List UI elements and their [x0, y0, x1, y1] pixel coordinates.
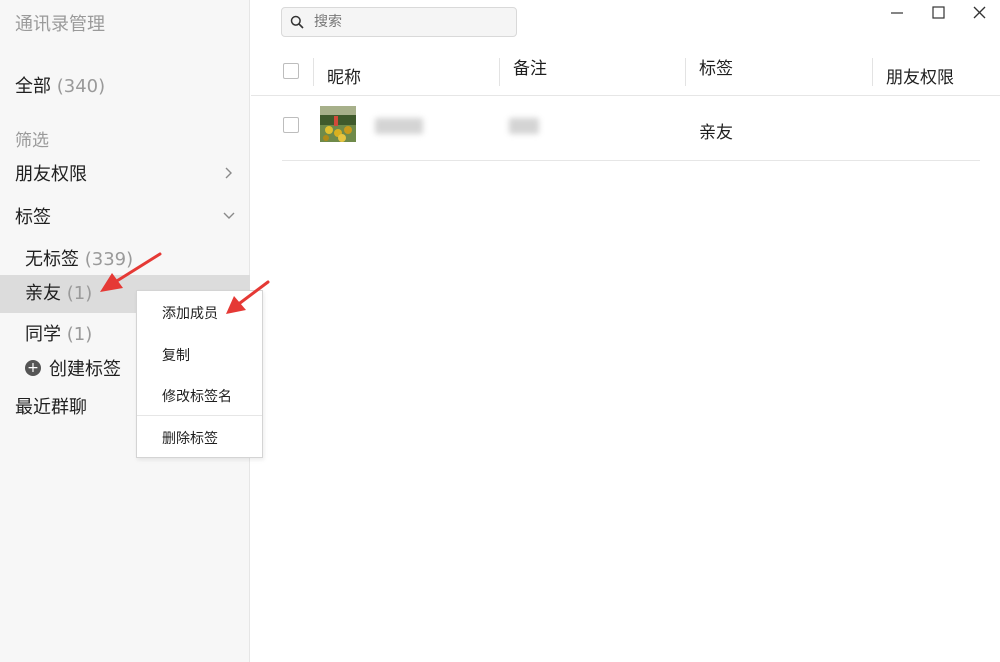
avatar [320, 106, 356, 142]
minimize-icon[interactable] [886, 4, 908, 22]
close-icon[interactable] [968, 4, 990, 22]
sidebar-item-friend-permission[interactable]: 朋友权限 [0, 160, 250, 186]
column-divider [313, 58, 314, 86]
chevron-right-icon [225, 167, 232, 179]
sidebar-item-label: 无标签 [25, 249, 79, 270]
menu-item-copy[interactable]: 复制 [137, 336, 262, 376]
menu-item-rename-tag[interactable]: 修改标签名 [137, 377, 262, 417]
row-checkbox[interactable] [283, 117, 299, 133]
menu-item-delete-tag[interactable]: 删除标签 [137, 419, 262, 459]
row-tag: 亲友 [699, 123, 733, 143]
sidebar-item-count: (1) [66, 324, 93, 345]
sidebar-item-count: (1) [66, 283, 93, 304]
filter-heading: 筛选 [15, 131, 49, 151]
select-all-checkbox[interactable] [283, 63, 299, 79]
sidebar-item-count: (339) [84, 249, 134, 270]
sidebar-item-label: 标签 [15, 207, 51, 228]
search-input[interactable] [312, 13, 506, 31]
row-divider [282, 160, 980, 161]
maximize-icon[interactable] [927, 4, 949, 22]
column-divider [872, 58, 873, 86]
menu-item-add-member[interactable]: 添加成员 [137, 294, 262, 334]
create-tag-label: 创建标签 [49, 359, 121, 380]
search-box[interactable] [281, 7, 517, 37]
sidebar-item-label: 最近群聊 [15, 397, 87, 418]
sidebar-item-label: 同学 [25, 324, 61, 345]
sidebar-item-label: 亲友 [25, 283, 61, 304]
sidebar-item-tag-none[interactable]: 无标签 (339) [0, 245, 250, 271]
nickname-redacted [375, 118, 423, 134]
sidebar-item-label: 全部 [15, 76, 51, 97]
header-divider [251, 95, 1000, 96]
column-header-nickname[interactable]: 昵称 [327, 63, 361, 88]
column-divider [499, 58, 500, 86]
sidebar-item-label: 朋友权限 [15, 164, 87, 185]
sidebar-item-all[interactable]: 全部 (340) [0, 72, 250, 98]
sidebar-item-count: (340) [56, 76, 106, 97]
page-title: 通讯录管理 [15, 14, 105, 35]
context-menu: 添加成员 复制 修改标签名 删除标签 [136, 290, 263, 458]
sidebar-item-tags[interactable]: 标签 [0, 203, 250, 229]
column-header-friend-permission[interactable]: 朋友权限 [886, 63, 954, 88]
remark-redacted [509, 118, 539, 134]
search-icon [290, 15, 304, 29]
column-header-tag[interactable]: 标签 [699, 54, 733, 79]
plus-icon: + [25, 360, 41, 376]
chevron-down-icon [223, 212, 235, 219]
column-divider [685, 58, 686, 86]
column-header-remark[interactable]: 备注 [513, 54, 547, 79]
menu-divider [137, 415, 262, 416]
